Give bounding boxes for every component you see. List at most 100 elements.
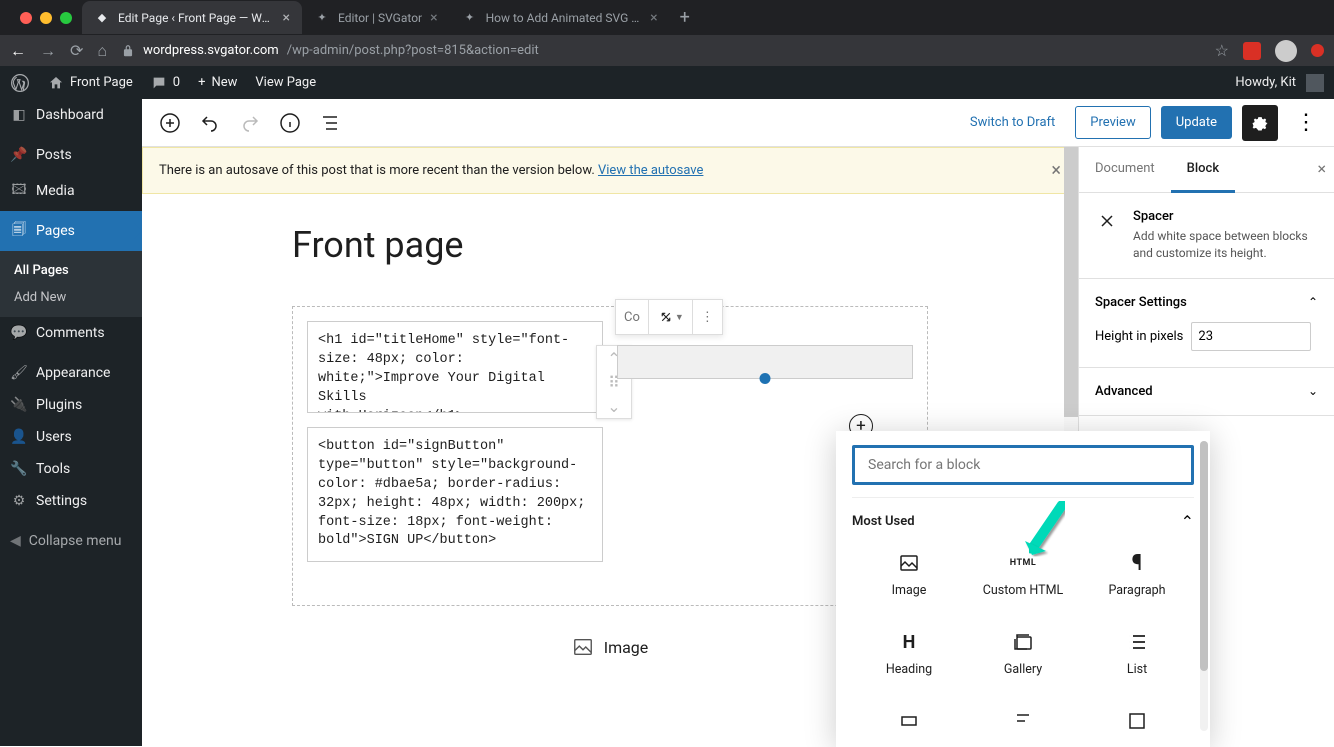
- url-bar: ← → ⟳ ⌂ wordpress.svgator.com/wp-admin/p…: [0, 35, 1334, 66]
- comments-link[interactable]: 0: [151, 75, 180, 91]
- advanced-section[interactable]: Advanced ⌄: [1079, 368, 1334, 416]
- view-autosave-link[interactable]: View the autosave: [598, 163, 703, 178]
- block-options-button[interactable]: ⋮: [693, 300, 722, 334]
- close-tab-icon[interactable]: ×: [430, 10, 437, 26]
- close-tab-icon[interactable]: ×: [650, 10, 657, 26]
- outline-button[interactable]: [312, 105, 348, 141]
- chevron-up-icon[interactable]: ⌃: [1181, 512, 1194, 531]
- minimize-window-icon[interactable]: [40, 12, 52, 24]
- custom-html-block[interactable]: <button id="signButton" type="button" st…: [307, 427, 603, 562]
- inserter-item-heading[interactable]: H Heading: [852, 614, 966, 693]
- new-tab-button[interactable]: +: [670, 7, 700, 28]
- page-title[interactable]: Front page: [292, 224, 928, 266]
- inserter-item-list[interactable]: List: [1080, 614, 1194, 693]
- move-down-icon[interactable]: ⌄: [597, 394, 631, 418]
- wp-logo[interactable]: [10, 73, 30, 93]
- sidebar-submenu-pages: All Pages Add New: [0, 251, 142, 317]
- lock-icon: [121, 44, 135, 58]
- howdy-link[interactable]: Howdy, Kit: [1235, 74, 1324, 92]
- record-icon[interactable]: [1311, 44, 1324, 57]
- block-search-input[interactable]: [852, 445, 1194, 485]
- more-options-button[interactable]: ⋮: [1288, 105, 1324, 141]
- block-inserter-popup: Most Used ⌃ Image HTML Custom HTML ¶ Par…: [836, 431, 1210, 747]
- switch-to-draft-button[interactable]: Switch to Draft: [960, 109, 1065, 136]
- inserter-item-more[interactable]: [1080, 693, 1194, 747]
- transform-button[interactable]: ▼: [649, 300, 693, 334]
- sidebar-sub-add-new[interactable]: Add New: [0, 284, 142, 311]
- browser-tab-0[interactable]: ◆ Edit Page ‹ Front Page — WordP ×: [82, 1, 302, 34]
- site-home-link[interactable]: Front Page: [48, 75, 133, 91]
- bookmark-icon[interactable]: ☆: [1215, 41, 1229, 60]
- profile-avatar[interactable]: [1275, 40, 1297, 62]
- new-content-link[interactable]: + New: [198, 75, 237, 90]
- autosave-notice: There is an autosave of this post that i…: [142, 147, 1078, 194]
- block-toolbar: Co ▼ ⋮: [615, 299, 723, 335]
- home-button[interactable]: ⌂: [97, 41, 107, 61]
- add-block-button[interactable]: [152, 105, 188, 141]
- inserter-item-gallery[interactable]: Gallery: [966, 614, 1080, 693]
- pages-icon: 🗐: [10, 219, 28, 243]
- sidebar-item-plugins[interactable]: 🔌Plugins: [0, 389, 142, 421]
- resize-handle[interactable]: [760, 373, 771, 384]
- sidebar-item-comments[interactable]: 💬Comments: [0, 317, 142, 349]
- close-tab-icon[interactable]: ×: [283, 10, 290, 26]
- height-input[interactable]: [1191, 322, 1311, 351]
- browser-tab-1[interactable]: ✦ Editor | SVGator ×: [302, 1, 450, 34]
- settings-button[interactable]: [1242, 105, 1278, 141]
- sidebar-item-label: Plugins: [36, 397, 82, 413]
- info-button[interactable]: [272, 105, 308, 141]
- reload-button[interactable]: ⟳: [70, 41, 83, 60]
- preview-button[interactable]: Preview: [1075, 106, 1150, 139]
- tab-document[interactable]: Document: [1079, 147, 1171, 192]
- maximize-window-icon[interactable]: [60, 12, 72, 24]
- spacer-block[interactable]: [617, 345, 913, 379]
- sidebar-item-appearance[interactable]: 🖌Appearance: [0, 357, 142, 389]
- new-label: New: [211, 75, 237, 90]
- wp-admin-sidebar: ◧Dashboard 📌Posts 🖾Media 🗐Pages All Page…: [0, 99, 142, 746]
- height-label: Height in pixels: [1095, 329, 1183, 344]
- forward-button[interactable]: →: [40, 41, 56, 61]
- sidebar-item-media[interactable]: 🖾Media: [0, 171, 142, 211]
- close-sidebar-button[interactable]: ×: [1317, 159, 1326, 178]
- inserter-item-image[interactable]: Image: [852, 535, 966, 614]
- column-left[interactable]: <h1 id="titleHome" style="font-size: 48p…: [305, 319, 605, 593]
- image-block-placeholder[interactable]: Image: [292, 606, 928, 658]
- sidebar-sub-all-pages[interactable]: All Pages: [0, 257, 142, 284]
- sidebar-item-users[interactable]: 👤Users: [0, 421, 142, 453]
- columns-block[interactable]: <h1 id="titleHome" style="font-size: 48p…: [292, 306, 928, 606]
- undo-button[interactable]: [192, 105, 228, 141]
- sidebar-item-pages[interactable]: 🗐Pages: [0, 211, 142, 251]
- annotation-arrow: [1022, 501, 1070, 561]
- close-window-icon[interactable]: [20, 12, 32, 24]
- tab-block[interactable]: Block: [1171, 147, 1235, 193]
- update-button[interactable]: Update: [1161, 106, 1232, 139]
- sidebar-item-label: Media: [36, 183, 75, 199]
- browser-tab-2[interactable]: ✦ How to Add Animated SVG to W ×: [450, 1, 670, 34]
- block-breadcrumb[interactable]: Co: [616, 300, 649, 334]
- wordpress-icon: [10, 73, 30, 93]
- sidebar-item-posts[interactable]: 📌Posts: [0, 139, 142, 171]
- url-field[interactable]: wordpress.svgator.com/wp-admin/post.php?…: [121, 43, 1201, 58]
- back-button[interactable]: ←: [10, 41, 26, 61]
- inserter-item-more[interactable]: [966, 693, 1080, 747]
- inserter-item-paragraph[interactable]: ¶ Paragraph: [1080, 535, 1194, 614]
- custom-html-block[interactable]: <h1 id="titleHome" style="font-size: 48p…: [307, 321, 603, 413]
- redo-button[interactable]: [232, 105, 268, 141]
- collapse-menu[interactable]: ◀Collapse menu: [0, 525, 142, 557]
- view-page-link[interactable]: View Page: [255, 75, 316, 90]
- chevron-up-icon[interactable]: ⌃: [1308, 295, 1318, 309]
- sidebar-item-dashboard[interactable]: ◧Dashboard: [0, 99, 142, 131]
- block-type-description: Add white space between blocks and custo…: [1133, 228, 1318, 262]
- placeholder-icon: [897, 709, 921, 733]
- inserter-item-more[interactable]: [852, 693, 966, 747]
- notice-close-button[interactable]: ×: [1051, 160, 1061, 181]
- comment-icon: [151, 75, 167, 91]
- image-label: Image: [604, 638, 649, 657]
- home-icon: [48, 75, 64, 91]
- sidebar-item-settings[interactable]: ⚙Settings: [0, 485, 142, 517]
- sidebar-item-tools[interactable]: 🔧Tools: [0, 453, 142, 485]
- chevron-down-icon[interactable]: ⌄: [1308, 384, 1318, 398]
- sliders-icon: ⚙: [10, 493, 28, 509]
- brush-icon: 🖌: [10, 365, 28, 381]
- extension-icon[interactable]: [1243, 42, 1261, 60]
